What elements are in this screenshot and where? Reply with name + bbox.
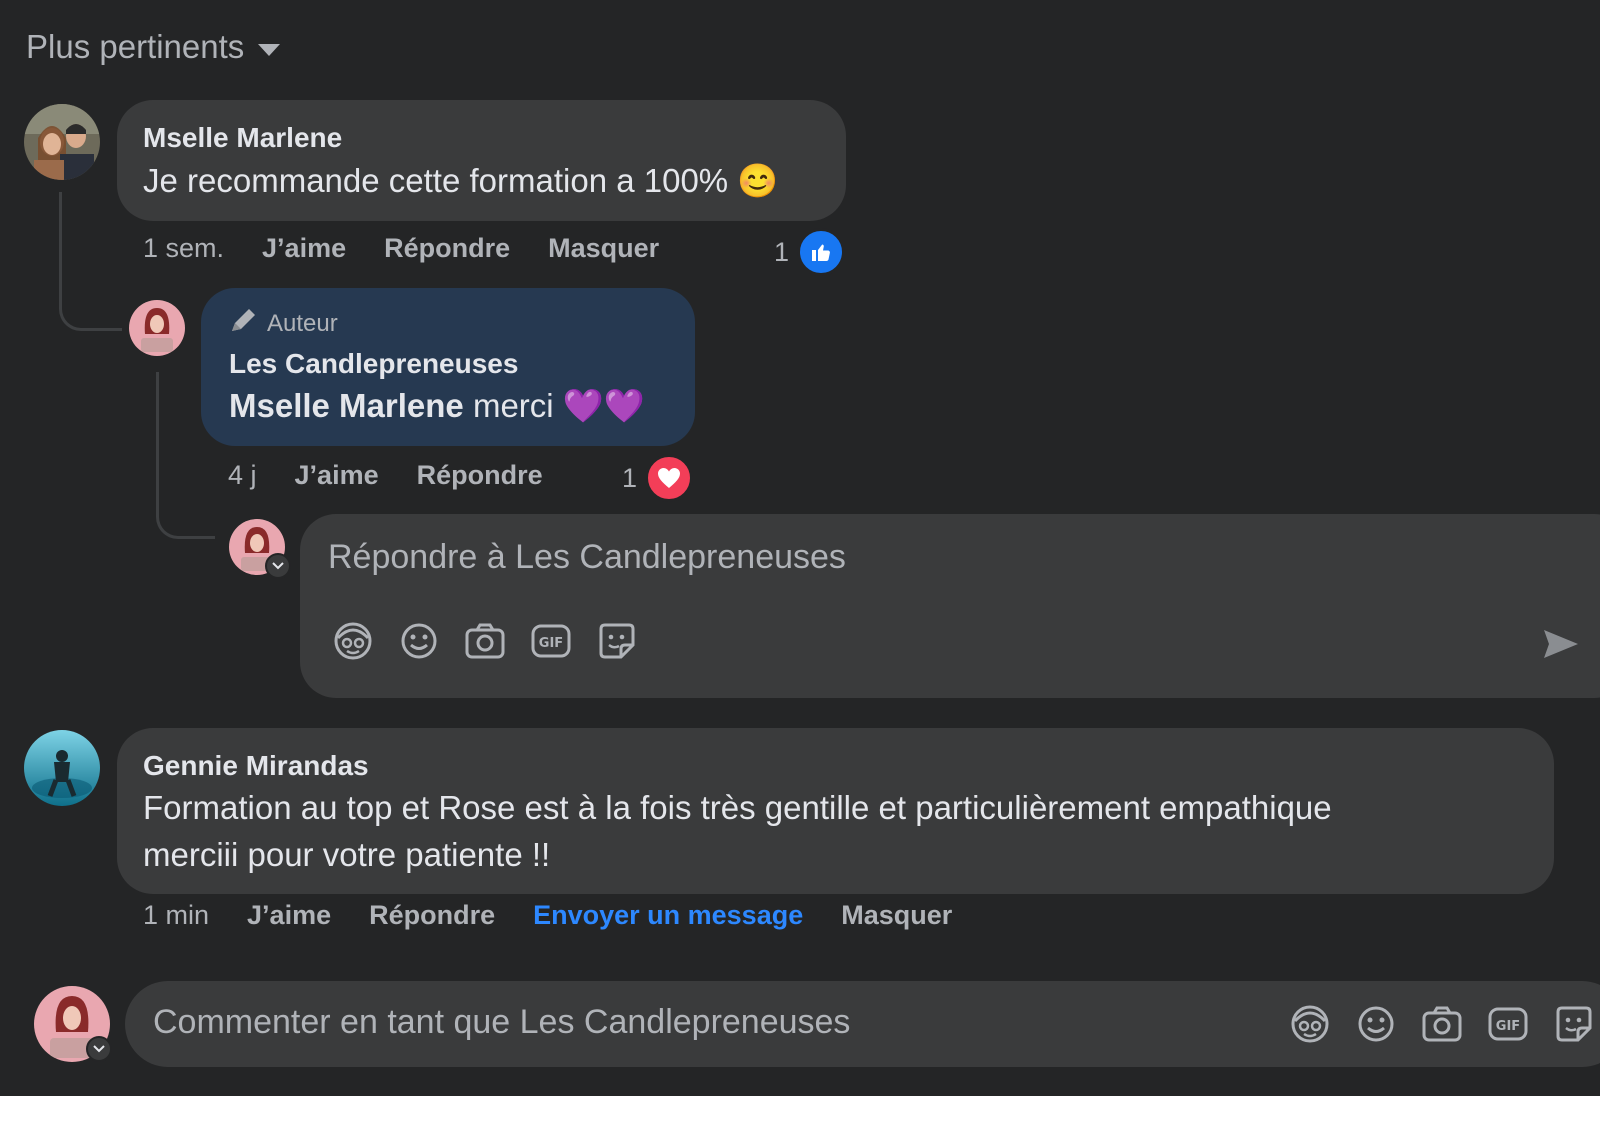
like-button[interactable]: J’aime	[262, 233, 346, 264]
thread-connector	[59, 192, 122, 331]
comments-panel: Plus pertinents Mselle Marlene Je recomm…	[0, 0, 1600, 1096]
reply-time[interactable]: 4 j	[228, 460, 257, 491]
reaction-summary[interactable]: 1	[622, 454, 694, 502]
avatar[interactable]	[24, 730, 100, 806]
chevron-down-icon[interactable]	[265, 553, 291, 579]
main-composer[interactable]: Commenter en tant que Les Candlepreneuse…	[125, 981, 1600, 1067]
like-button[interactable]: J’aime	[247, 900, 331, 931]
comment-text-line-2: merciii pour votre patiente !!	[143, 836, 551, 873]
sticker-icon[interactable]	[1551, 1001, 1597, 1047]
comment-text-line-1: Formation au top et Rose est à la fois t…	[143, 789, 1332, 826]
reply-text: Mselle Marlene merci 💜💜	[229, 382, 645, 430]
reaction-summary[interactable]: 1	[774, 228, 846, 276]
sort-dropdown[interactable]: Plus pertinents	[26, 28, 281, 66]
comment-author[interactable]: Mselle Marlene	[143, 122, 342, 154]
pencil-icon	[229, 306, 259, 341]
like-reaction-icon	[797, 228, 846, 276]
composer-toolbar: GIF	[330, 618, 640, 664]
reaction-count: 1	[622, 462, 638, 493]
avatar[interactable]	[129, 300, 185, 356]
reaction-count: 1	[774, 236, 790, 267]
caret-down-icon	[258, 44, 281, 56]
comment-input[interactable]: Commenter en tant que Les Candlepreneuse…	[153, 1003, 850, 1042]
send-message-link[interactable]: Envoyer un message	[533, 900, 803, 931]
comment-text: Je recommande cette formation a 100% 😊	[143, 162, 779, 199]
sticker-icon[interactable]	[594, 618, 640, 664]
author-badge-label: Auteur	[267, 309, 338, 337]
avatar-sticker-icon[interactable]	[1287, 1001, 1333, 1047]
avatar-sticker-icon[interactable]	[330, 618, 376, 664]
comment-time[interactable]: 1 min	[143, 900, 209, 931]
reply-author[interactable]: Les Candlepreneuses	[229, 348, 518, 380]
hide-button[interactable]: Masquer	[548, 233, 659, 264]
sort-label: Plus pertinents	[26, 28, 245, 65]
reply-button[interactable]: Répondre	[384, 233, 510, 264]
camera-icon[interactable]	[462, 618, 508, 664]
reply-button[interactable]: Répondre	[417, 460, 543, 491]
send-icon[interactable]	[1540, 624, 1580, 669]
composer-toolbar: GIF	[1287, 1001, 1597, 1047]
reply-message: merci 💜💜	[463, 387, 645, 424]
svg-text:GIF: GIF	[1496, 1019, 1520, 1034]
reply-actions: 4 j J’aime Répondre	[228, 460, 543, 491]
gif-icon[interactable]: GIF	[528, 618, 574, 664]
avatar[interactable]	[24, 104, 100, 180]
reply-composer[interactable]: Répondre à Les Candlepreneuses GIF	[300, 514, 1600, 698]
like-button[interactable]: J’aime	[295, 460, 379, 491]
comment-bubble: Gennie Mirandas Formation au top et Rose…	[117, 728, 1554, 894]
comment-actions: 1 min J’aime Répondre Envoyer un message…	[143, 900, 952, 931]
author-badge: Auteur	[229, 306, 338, 341]
emoji-icon[interactable]	[1353, 1001, 1399, 1047]
gif-icon[interactable]: GIF	[1485, 1001, 1531, 1047]
comment-bubble: Mselle Marlene Je recommande cette forma…	[117, 100, 846, 221]
mention-link[interactable]: Mselle Marlene	[229, 387, 464, 424]
thread-connector	[156, 372, 215, 539]
reply-button[interactable]: Répondre	[369, 900, 495, 931]
emoji-icon[interactable]	[396, 618, 442, 664]
hide-button[interactable]: Masquer	[841, 900, 952, 931]
author-reply-bubble: Auteur Les Candlepreneuses Mselle Marlen…	[201, 288, 695, 446]
love-reaction-icon	[645, 454, 694, 502]
comment-actions: 1 sem. J’aime Répondre Masquer	[143, 233, 659, 264]
chevron-down-icon[interactable]	[86, 1036, 112, 1062]
svg-text:GIF: GIF	[539, 636, 563, 651]
comment-time[interactable]: 1 sem.	[143, 233, 224, 264]
camera-icon[interactable]	[1419, 1001, 1465, 1047]
reply-input[interactable]: Répondre à Les Candlepreneuses	[328, 538, 846, 577]
comment-author[interactable]: Gennie Mirandas	[143, 750, 369, 782]
